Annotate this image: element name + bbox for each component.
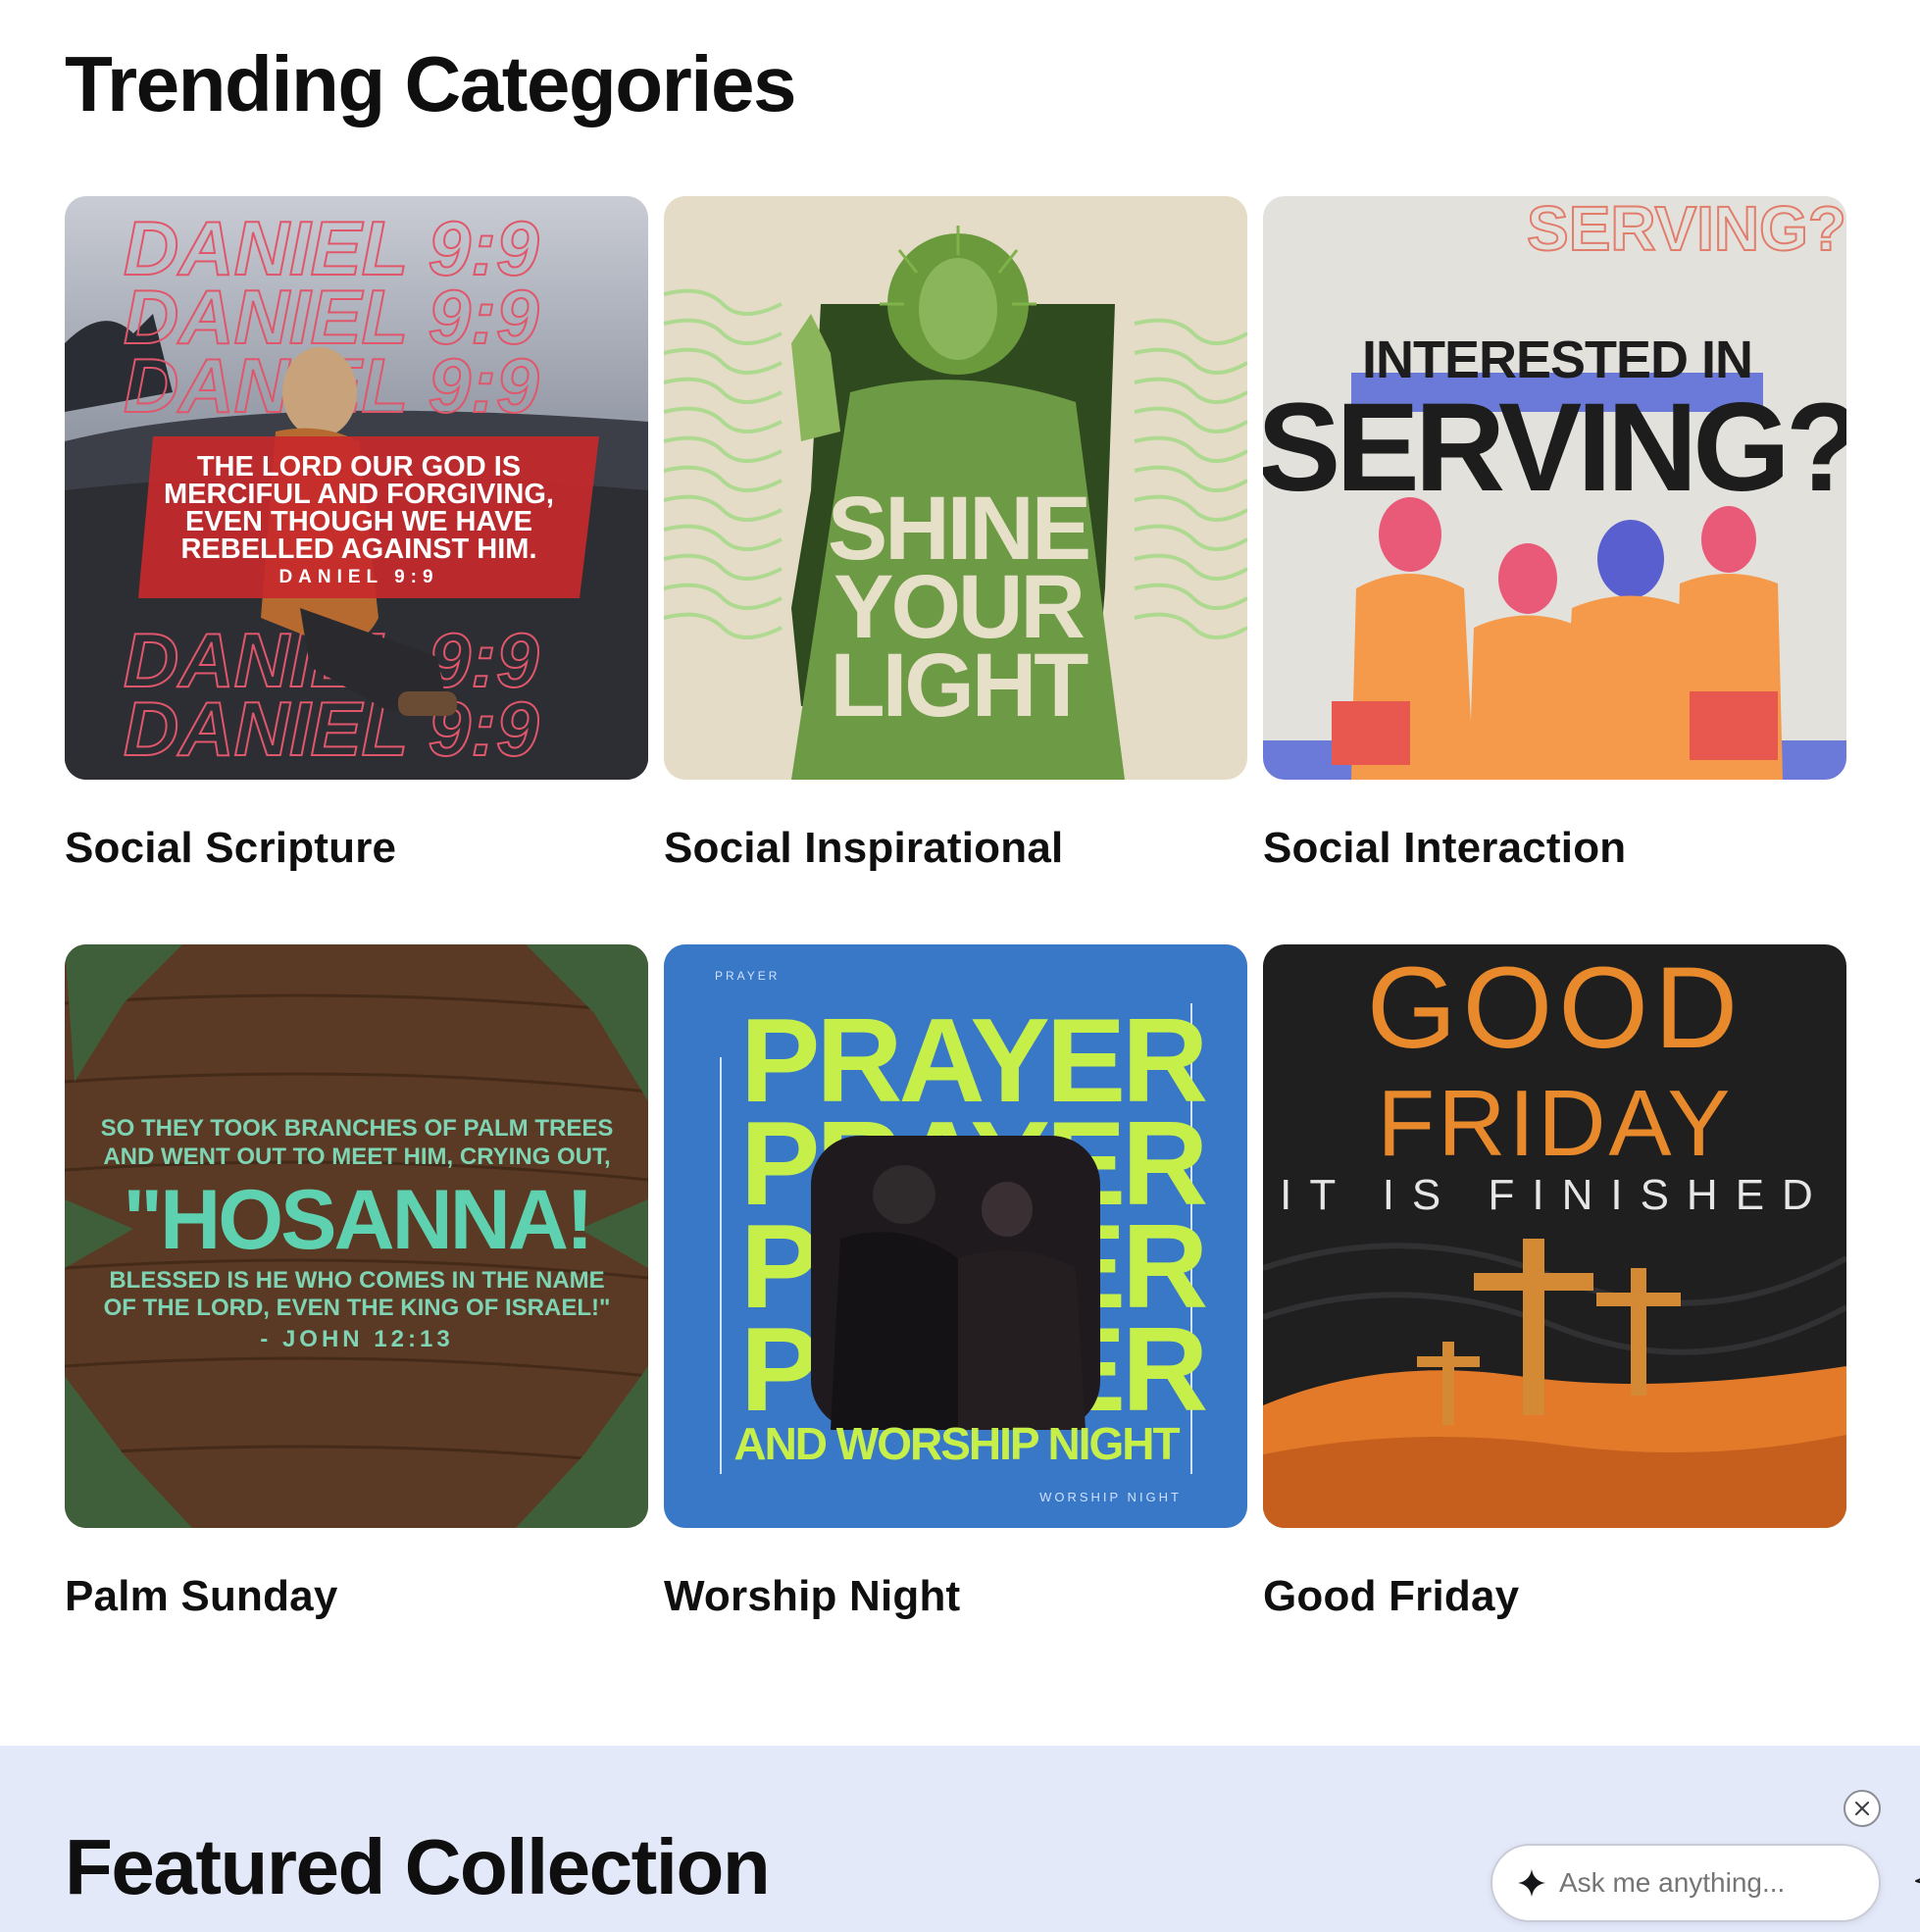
chat-input[interactable] [1559,1867,1913,1899]
close-icon [1855,1802,1869,1815]
worship-night-artwork: PRAYER PRAYER PRAYER PRAYER PRAYER AND W… [664,944,1247,1528]
art-line-4: OF THE LORD, EVEN THE KING OF ISRAEL!" [104,1295,611,1321]
featured-title: Featured Collection [65,1823,771,1910]
category-thumbnail[interactable]: SHINE YOUR LIGHT [664,196,1247,780]
art-line-1: SO THEY TOOK BRANCHES OF PALM TREES [101,1115,614,1142]
trending-title: Trending Categories [65,40,796,127]
art-big-text: "HOSANNA! [123,1173,590,1267]
chat-widget[interactable] [1491,1844,1920,1922]
category-thumbnail[interactable]: PRAYER PRAYER PRAYER PRAYER PRAYER AND W… [664,944,1247,1528]
art-big-text: SERVING? [1263,378,1846,518]
art-bottom-text: AND WORSHIP NIGHT [733,1418,1180,1469]
category-label[interactable]: Social Interaction [1263,824,1626,873]
art-line-1: GOOD [1367,944,1744,1073]
category-label[interactable]: Social Inspirational [664,824,1063,873]
art-line-3: BLESSED IS HE WHO COMES IN THE NAME [109,1267,604,1294]
art-reference: - JOHN 12:13 [260,1326,453,1352]
trending-section: Trending Categories DANIEL 9:9 DANIEL 9:… [0,0,1920,1746]
category-label[interactable]: Social Scripture [65,824,396,873]
art-line-3: LIGHT [831,636,1089,736]
social-interaction-artwork: SERVING? INTERESTED IN SERVING? [1263,196,1846,780]
art-reference: DANIEL 9:9 [278,567,438,587]
send-icon[interactable] [1913,1863,1920,1903]
art-line-2: FRIDAY [1378,1071,1734,1176]
art-line-4: REBELLED AGAINST HIM. [180,534,536,565]
category-thumbnail[interactable]: SERVING? INTERESTED IN SERVING? [1263,196,1846,780]
category-label[interactable]: Palm Sunday [65,1572,338,1621]
art-small-text: WORSHIP NIGHT [1039,1490,1182,1504]
category-label[interactable]: Good Friday [1263,1572,1519,1621]
art-line-3: IT IS FINISHED [1280,1171,1831,1219]
social-scripture-artwork: DANIEL 9:9 DANIEL 9:9 DANIEL 9:9 DANIEL … [65,196,648,780]
art-tiny-text: PRAYER [715,969,780,983]
category-label[interactable]: Worship Night [664,1572,960,1621]
art-repeat-5: DANIEL 9:9 [124,686,539,772]
art-line-2: AND WENT OUT TO MEET HIM, CRYING OUT, [103,1144,610,1170]
good-friday-artwork: GOOD FRIDAY IT IS FINISHED [1263,944,1846,1528]
social-inspirational-artwork: SHINE YOUR LIGHT [664,196,1247,780]
category-thumbnail[interactable]: DANIEL 9:9 DANIEL 9:9 DANIEL 9:9 DANIEL … [65,196,648,780]
sparkle-icon [1516,1865,1547,1901]
category-thumbnail[interactable]: SO THEY TOOK BRANCHES OF PALM TREES AND … [65,944,648,1528]
art-ghost-text: SERVING? [1527,196,1846,264]
palm-sunday-artwork: SO THEY TOOK BRANCHES OF PALM TREES AND … [65,944,648,1528]
category-thumbnail[interactable]: GOOD FRIDAY IT IS FINISHED [1263,944,1846,1528]
chat-close-button[interactable] [1844,1790,1881,1827]
